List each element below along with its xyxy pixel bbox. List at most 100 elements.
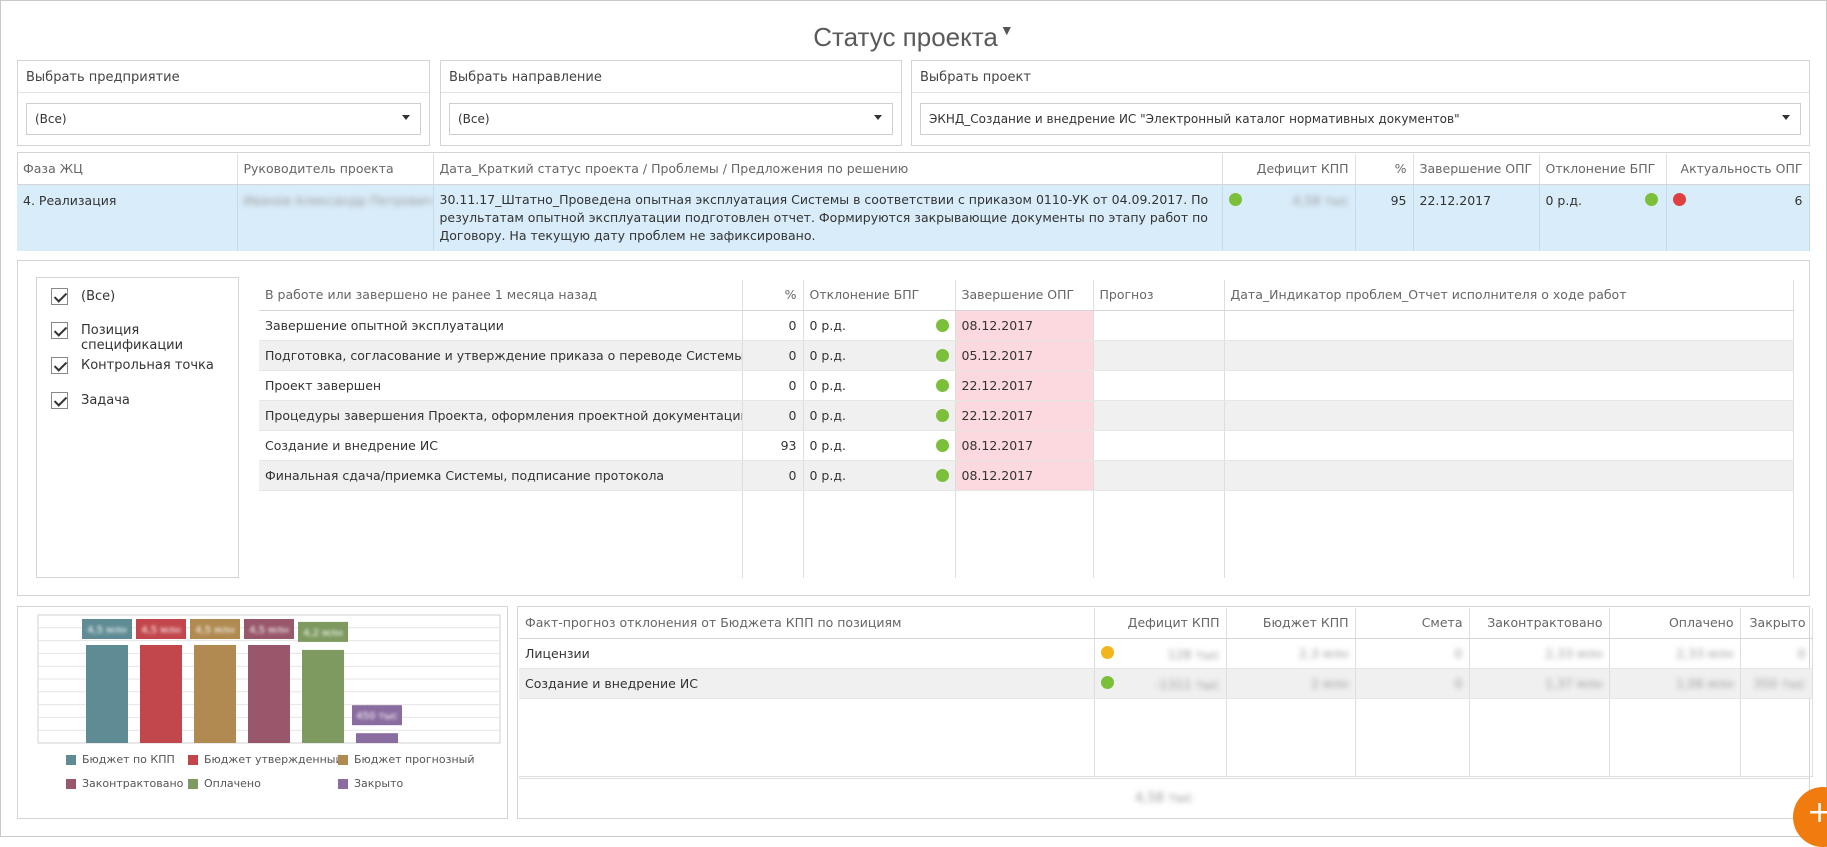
filter-funnel-icon[interactable]: ▼ [1000, 22, 1014, 38]
task-report [1224, 370, 1794, 401]
enterprise-dropdown[interactable]: (Все) [26, 103, 421, 135]
table-row[interactable]: Подготовка, согласование и утверждение п… [259, 340, 1794, 371]
col-deviation[interactable]: Отклонение БПГ [1539, 154, 1667, 185]
task-deviation: 0 р.д. [803, 430, 956, 461]
chart-bar [248, 645, 290, 743]
task-report [1224, 430, 1794, 461]
budget-contracted: 1,37 млн [1469, 668, 1610, 699]
checkbox-icon [51, 357, 68, 374]
budget-table: Факт-прогноз отклонения от Бюджета КПП п… [519, 608, 1813, 777]
col-task-percent[interactable]: % [742, 280, 804, 311]
col-budget-contracted[interactable]: Законтрактовано [1469, 608, 1610, 639]
col-task-deviation[interactable]: Отклонение БПГ [803, 280, 956, 311]
budget-contracted: 2,33 млн [1469, 638, 1610, 669]
budget-kpp: 2 млн [1226, 668, 1356, 699]
table-row[interactable]: Создание и внедрение ИС -1311 тыс 2 млн … [519, 668, 1813, 699]
project-filter-label: Выбрать проект [920, 70, 1031, 85]
chart-data-label: 450 тыс [356, 711, 397, 722]
col-manager[interactable]: Руководитель проекта [237, 154, 434, 185]
col-actuality[interactable]: Актуальность ОПГ [1666, 154, 1810, 185]
col-percent[interactable]: % [1355, 154, 1414, 185]
direction-filter: Выбрать направление (Все) [440, 60, 902, 146]
table-row[interactable]: Завершение опытной эксплуатации 0 0 р.д.… [259, 310, 1794, 341]
checkbox-control-point[interactable]: Контрольная точка [51, 355, 221, 377]
actuality-cell: 6 [1666, 184, 1810, 251]
green-indicator-icon [935, 348, 949, 362]
task-forecast [1093, 430, 1225, 461]
table-row[interactable]: Создание и внедрение ИС 93 0 р.д. 08.12.… [259, 430, 1794, 461]
table-row[interactable]: Проект завершен 0 0 р.д. 22.12.2017 [259, 370, 1794, 401]
budget-estimate: 0 [1355, 668, 1470, 699]
project-dropdown[interactable]: ЭКНД_Создание и внедрение ИС "Электронны… [920, 103, 1801, 135]
table-row[interactable]: Финальная сдача/приемка Системы, подписа… [259, 460, 1794, 491]
task-deviation: 0 р.д. [803, 340, 956, 371]
percent-cell: 95 [1355, 184, 1414, 251]
green-indicator-icon [935, 408, 949, 422]
col-task-forecast[interactable]: Прогноз [1093, 280, 1225, 311]
task-date: 08.12.2017 [955, 430, 1094, 461]
budget-deficit: -1311 тыс [1094, 668, 1227, 699]
green-indicator-icon [1228, 192, 1242, 206]
checkbox-spec-position[interactable]: Позиция спецификации [51, 320, 221, 353]
chart-bar [356, 733, 398, 743]
budget-closed: 350 тыс [1740, 668, 1813, 699]
budget-chart-panel: 4,5 млн 4,5 млн 4,5 млн 4,5 млн 4,2 млн 450 т… [17, 606, 508, 819]
manager-cell: Иванов Александр Петрович [237, 184, 434, 251]
task-report [1224, 460, 1794, 491]
col-status-text[interactable]: Дата_Краткий статус проекта / Проблемы /… [433, 154, 1223, 185]
enterprise-filter: Выбрать предприятие (Все) [17, 60, 430, 146]
task-forecast [1093, 400, 1225, 431]
col-budget-closed[interactable]: Закрыто [1740, 608, 1813, 639]
budget-position: Создание и внедрение ИС [519, 668, 1095, 699]
task-date: 08.12.2017 [955, 460, 1094, 491]
task-percent: 0 [742, 370, 804, 401]
col-budget-paid[interactable]: Оплачено [1609, 608, 1741, 639]
col-deficit[interactable]: Дефицит КПП [1222, 154, 1356, 185]
enterprise-dropdown-value: (Все) [35, 112, 67, 126]
task-percent: 0 [742, 340, 804, 371]
task-percent: 0 [742, 400, 804, 431]
status-row[interactable]: 4. Реализация Иванов Александр Петрович … [17, 184, 1810, 251]
col-phase[interactable]: Фаза ЖЦ [17, 154, 238, 185]
col-task-report[interactable]: Дата_Индикатор проблем_Отчет исполнителя… [1224, 280, 1794, 311]
task-name: Финальная сдача/приемка Системы, подписа… [259, 460, 743, 491]
task-report [1224, 310, 1794, 341]
task-name: Проект завершен [259, 370, 743, 401]
col-budget-estimate[interactable]: Смета [1355, 608, 1470, 639]
task-report [1224, 400, 1794, 431]
yellow-indicator-icon [1100, 645, 1114, 659]
task-forecast [1093, 340, 1225, 371]
col-task-completion[interactable]: Завершение ОПГ [955, 280, 1094, 311]
table-row[interactable]: Процедуры завершения Проекта, оформления… [259, 400, 1794, 431]
col-task-name[interactable]: В работе или завершено не ранее 1 месяца… [259, 280, 743, 311]
chevron-down-icon [1782, 115, 1790, 120]
budget-paid: 1,06 млн [1609, 668, 1741, 699]
task-name: Подготовка, согласование и утверждение п… [259, 340, 743, 371]
chevron-down-icon [874, 115, 882, 120]
budget-total: 4,58 тыс [519, 778, 1809, 816]
task-deviation: 0 р.д. [803, 310, 956, 341]
task-date: 08.12.2017 [955, 310, 1094, 341]
green-indicator-icon [935, 438, 949, 452]
task-deviation: 0 р.д. [803, 400, 956, 431]
col-budget-kpp[interactable]: Бюджет КПП [1226, 608, 1356, 639]
table-row[interactable]: Лицензии 128 тыс 2,3 млн 0 2,33 млн 2,33… [519, 638, 1813, 669]
checkbox-all[interactable]: (Все) [51, 286, 221, 308]
chart-bar [140, 645, 182, 743]
chart-bar [194, 645, 236, 743]
completion-cell: 22.12.2017 [1413, 184, 1540, 251]
plus-icon: + [1807, 795, 1827, 830]
budget-kpp: 2,3 млн [1226, 638, 1356, 669]
checkbox-task[interactable]: Задача [51, 390, 221, 412]
budget-position: Лицензии [519, 638, 1095, 669]
empty-row [259, 490, 1794, 578]
chart-bar [86, 645, 128, 743]
direction-dropdown[interactable]: (Все) [449, 103, 893, 135]
col-completion[interactable]: Завершение ОПГ [1413, 154, 1540, 185]
col-budget-position[interactable]: Факт-прогноз отклонения от Бюджета КПП п… [519, 608, 1095, 639]
task-name: Завершение опытной эксплуатации [259, 310, 743, 341]
col-budget-deficit[interactable]: Дефицит КПП [1094, 608, 1227, 639]
chart-data-label: 4,5 млн [249, 625, 289, 636]
task-deviation: 0 р.д. [803, 370, 956, 401]
chevron-down-icon [402, 115, 410, 120]
